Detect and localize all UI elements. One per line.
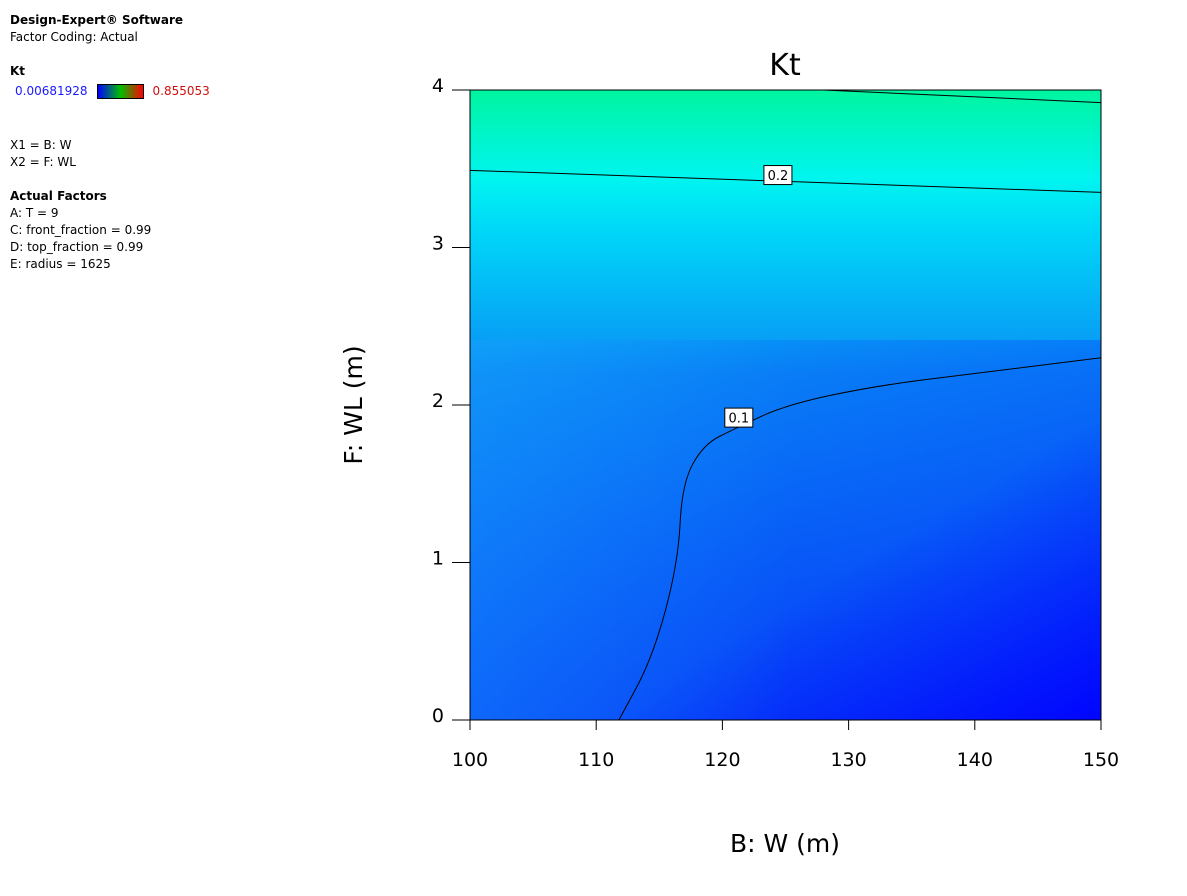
contour-label-0.2: 0.2 <box>768 169 789 184</box>
x-tick-label-150: 150 <box>1083 749 1119 771</box>
chart-title: Kt <box>769 48 801 83</box>
x-tick-label-140: 140 <box>957 749 993 771</box>
y-tick-label-3: 3 <box>432 233 444 255</box>
heatmap-left-shade <box>470 340 790 720</box>
contour-plot: 100 110 120 130 140 150 0 1 2 3 4 0.1 0.2 Kt B: W (… <box>339 48 1119 858</box>
y-tick-label-1: 1 <box>432 548 444 570</box>
x-tick-label-110: 110 <box>578 749 614 771</box>
y-tick-label-4: 4 <box>432 75 444 97</box>
y-tick-label-2: 2 <box>432 390 444 412</box>
y-tick-label-0: 0 <box>432 705 444 727</box>
y-axis-title: F: WL (m) <box>339 345 368 464</box>
x-tick-label-120: 120 <box>704 749 740 771</box>
x-tick-label-130: 130 <box>830 749 866 771</box>
contour-label-0.1: 0.1 <box>728 412 749 427</box>
x-axis-title: B: W (m) <box>730 829 840 858</box>
x-tick-label-100: 100 <box>452 749 488 771</box>
